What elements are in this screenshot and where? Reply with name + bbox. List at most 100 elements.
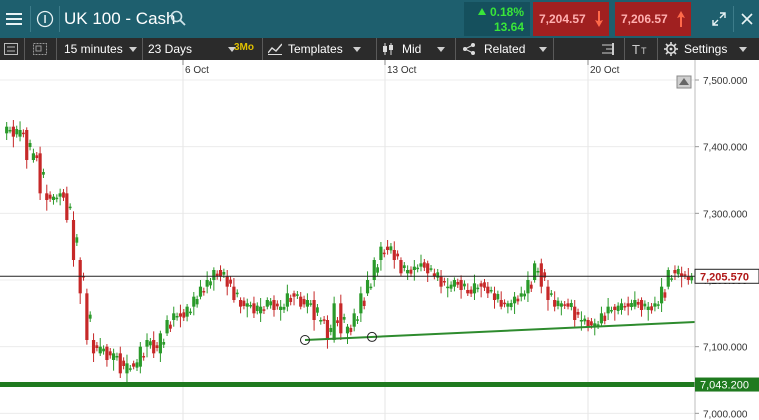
candle-body: [292, 293, 296, 297]
divider: [59, 6, 60, 32]
candle-body: [359, 293, 363, 314]
candle-body: [245, 303, 249, 307]
candle-body: [218, 270, 223, 277]
range-label: 23 Days: [148, 42, 193, 56]
x-tick-label: 6 Oct: [185, 65, 209, 76]
candle-body: [238, 300, 243, 307]
range-badge[interactable]: 3Mo: [234, 42, 254, 53]
candle-body: [316, 307, 319, 313]
candle-body: [272, 300, 276, 310]
price-chart[interactable]: 6 Oct 13 Oct 20 Oct 7,500.000 7,400.000 7,30…: [0, 60, 759, 420]
y-tick-label: 7,000.000: [703, 409, 748, 420]
candle-body: [463, 283, 466, 287]
candle-body: [232, 286, 236, 300]
candle-body: [539, 263, 543, 287]
candle-body: [529, 284, 533, 289]
scroll-to-end-icon[interactable]: [676, 75, 692, 89]
candle-body: [639, 300, 644, 310]
candle-body: [115, 356, 119, 358]
candle-body: [309, 303, 313, 305]
candle-body: [419, 263, 423, 267]
candle-body: [98, 346, 102, 354]
y-tick-label: 7,100.000: [703, 343, 748, 354]
candle-body: [202, 291, 206, 293]
chart-toolbar: 15 minutes 23 Days 3Mo Templates Mid Rel…: [0, 38, 759, 60]
layout-icon[interactable]: [33, 38, 47, 60]
buy-button[interactable]: 7,206.57: [615, 2, 691, 36]
candle-body: [666, 270, 670, 287]
candle-body: [198, 286, 203, 297]
divider: [142, 38, 143, 60]
expand-icon[interactable]: [707, 0, 731, 38]
sell-button[interactable]: 7,204.57: [533, 2, 609, 36]
candle-body: [178, 313, 183, 317]
candle-body: [506, 303, 510, 307]
settings-button[interactable]: Settings: [664, 38, 748, 60]
settings-label: Settings: [684, 42, 728, 56]
price-type-dropdown[interactable]: Mid: [382, 38, 446, 60]
templates-icon: [268, 43, 282, 55]
candle-body: [369, 286, 373, 289]
drawing-list-icon[interactable]: [4, 38, 18, 60]
candle-body: [533, 263, 537, 280]
drawing-panel-icon[interactable]: [602, 38, 614, 60]
y-tick-label: 7,300.000: [703, 209, 748, 220]
candle-body: [553, 300, 557, 307]
x-tick-label: 13 Oct: [387, 65, 417, 76]
instrument-title: UK 100 - Cash: [64, 9, 176, 28]
candle-body: [673, 270, 677, 274]
search-icon[interactable]: [170, 10, 186, 31]
candle-body: [15, 129, 19, 135]
candle-body: [18, 130, 22, 137]
templates-label: Templates: [288, 42, 343, 56]
candle-body: [566, 303, 570, 307]
candle-body: [590, 321, 593, 326]
candle-body: [623, 306, 627, 308]
candle-body: [322, 319, 326, 321]
candle-body: [255, 305, 259, 311]
candle-body: [352, 313, 356, 327]
x-tick-label: 20 Oct: [590, 65, 620, 76]
candle-body: [105, 346, 109, 360]
candle-body: [586, 320, 590, 327]
range-dropdown[interactable]: 23 Days: [148, 38, 237, 60]
templates-dropdown[interactable]: Templates: [268, 38, 361, 60]
divider: [56, 38, 57, 60]
candle-body: [503, 302, 506, 305]
chart-canvas[interactable]: 6 Oct 13 Oct 20 Oct 7,500.000 7,400.000 7,30…: [0, 60, 759, 420]
related-dropdown[interactable]: Related: [462, 38, 548, 60]
candle-body: [172, 313, 176, 320]
candle-body: [262, 309, 266, 311]
candle-body: [95, 345, 99, 348]
candle-body: [599, 313, 604, 324]
candle-body: [496, 294, 500, 300]
candle-body: [145, 340, 149, 347]
candle-body: [382, 252, 386, 255]
candle-body: [265, 300, 269, 307]
candle-body: [222, 272, 226, 275]
interval-dropdown[interactable]: 15 minutes: [64, 38, 137, 60]
candle-body: [349, 328, 353, 332]
candle-body: [626, 303, 630, 307]
candle-body: [205, 280, 209, 287]
text-size-icon[interactable]: TT: [632, 38, 650, 60]
info-icon[interactable]: [33, 0, 57, 38]
candle-body: [252, 303, 256, 314]
divider: [376, 38, 377, 60]
candle-body: [426, 263, 430, 274]
menu-icon[interactable]: [0, 0, 28, 38]
current-price-label: 7,205.570: [700, 271, 749, 283]
close-icon[interactable]: [736, 0, 758, 38]
candle-body: [269, 301, 273, 306]
sell-price: 7,204.57: [539, 12, 586, 26]
candle-body: [125, 363, 129, 374]
candle-body: [259, 306, 263, 314]
candle-body: [466, 290, 470, 294]
candle-body: [376, 267, 379, 273]
candle-body: [416, 267, 420, 270]
candle-body: [302, 299, 306, 305]
candle-body: [372, 260, 376, 280]
candle-body: [8, 130, 12, 132]
candle-body: [619, 303, 624, 310]
candle-body: [676, 269, 680, 275]
